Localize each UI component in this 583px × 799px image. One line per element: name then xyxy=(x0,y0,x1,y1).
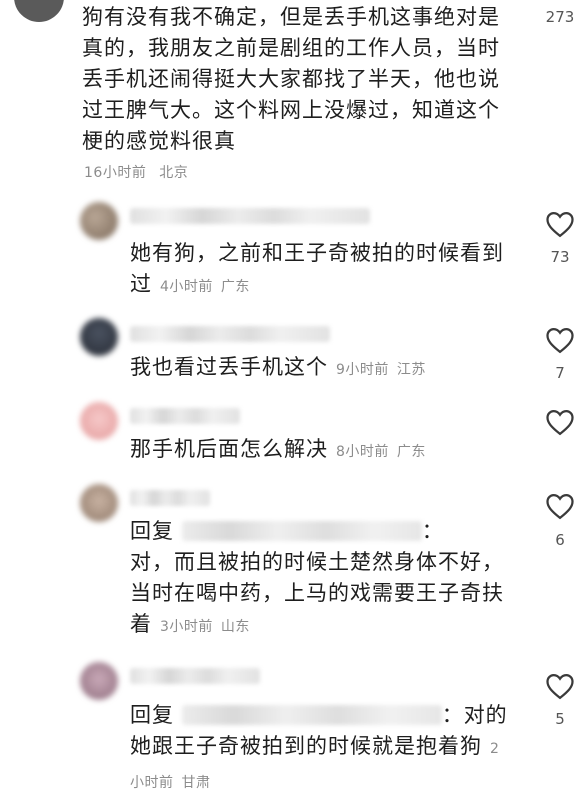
reply-mention[interactable] xyxy=(181,705,442,725)
heart-outline-icon xyxy=(546,327,574,354)
reply-avatar[interactable] xyxy=(80,484,118,522)
reply-content: 那手机后面怎么解决 xyxy=(130,437,328,461)
reply-username[interactable] xyxy=(130,326,330,342)
main-comment-location: 北京 xyxy=(159,165,189,181)
reply-prefix: 回复 xyxy=(130,703,174,727)
heart-outline-icon xyxy=(546,409,574,436)
reply-time: 8小时前 xyxy=(336,444,389,460)
main-comment-text: 狗有没有我不确定，但是丢手机这事绝对是真的，我朋友之前是剧组的工作人员，当时丢手… xyxy=(82,5,500,153)
reply-username[interactable] xyxy=(130,408,240,424)
reply-time: 3小时前 xyxy=(160,619,213,635)
like-button[interactable] xyxy=(545,672,575,700)
reply-time: 9小时前 xyxy=(336,362,389,378)
reply-text: 回复 ：对的她跟王子奇被拍到的时候就是抱着狗 2小时前 甘肃 xyxy=(130,700,510,799)
reply-colon: ： xyxy=(421,519,444,543)
reply-username[interactable] xyxy=(130,668,260,684)
reply-colon: ： xyxy=(441,703,464,727)
reply-text: 那手机后面怎么解决 8小时前 广东 xyxy=(130,434,510,468)
like-count: 5 xyxy=(555,710,565,728)
reply-location: 甘肃 xyxy=(181,775,211,791)
reply-avatar[interactable] xyxy=(80,318,118,356)
reply-text: 我也看过丢手机这个 9小时前 江苏 xyxy=(130,352,510,386)
like-button[interactable] xyxy=(545,210,575,238)
reply-avatar[interactable] xyxy=(80,662,118,700)
main-avatar[interactable] xyxy=(14,0,64,22)
heart-outline-icon xyxy=(546,493,574,520)
like-button[interactable] xyxy=(545,326,575,354)
heart-outline-icon xyxy=(546,211,574,238)
like-button[interactable] xyxy=(545,408,575,436)
main-like-count: 273 xyxy=(545,8,575,26)
like-count: 73 xyxy=(550,248,570,266)
main-comment-meta: 16小时前 北京 xyxy=(84,162,188,182)
reply-prefix: 回复 xyxy=(130,519,174,543)
reply-avatar[interactable] xyxy=(80,402,118,440)
main-comment-time: 16小时前 xyxy=(84,165,147,181)
reply-text: 回复 ： 对，而且被拍的时候土楚然身体不好，当时在喝中药，上马的戏需要王子奇扶着… xyxy=(130,516,510,643)
like-button[interactable] xyxy=(545,492,575,520)
reply-username[interactable] xyxy=(130,208,370,224)
reply-location: 广东 xyxy=(396,444,426,460)
like-count: 6 xyxy=(555,531,565,549)
reply-mention[interactable] xyxy=(181,521,422,541)
like-count: 7 xyxy=(555,364,565,382)
reply-location: 山东 xyxy=(220,619,250,635)
reply-location: 江苏 xyxy=(396,362,426,378)
heart-outline-icon xyxy=(546,673,574,700)
reply-text: 她有狗，之前和王子奇被拍的时候看到过 4小时前 广东 xyxy=(130,238,510,303)
reply-avatar[interactable] xyxy=(80,202,118,240)
reply-username[interactable] xyxy=(130,490,210,506)
reply-location: 广东 xyxy=(220,279,250,295)
reply-content: 我也看过丢手机这个 xyxy=(130,355,328,379)
reply-time: 4小时前 xyxy=(160,279,213,295)
